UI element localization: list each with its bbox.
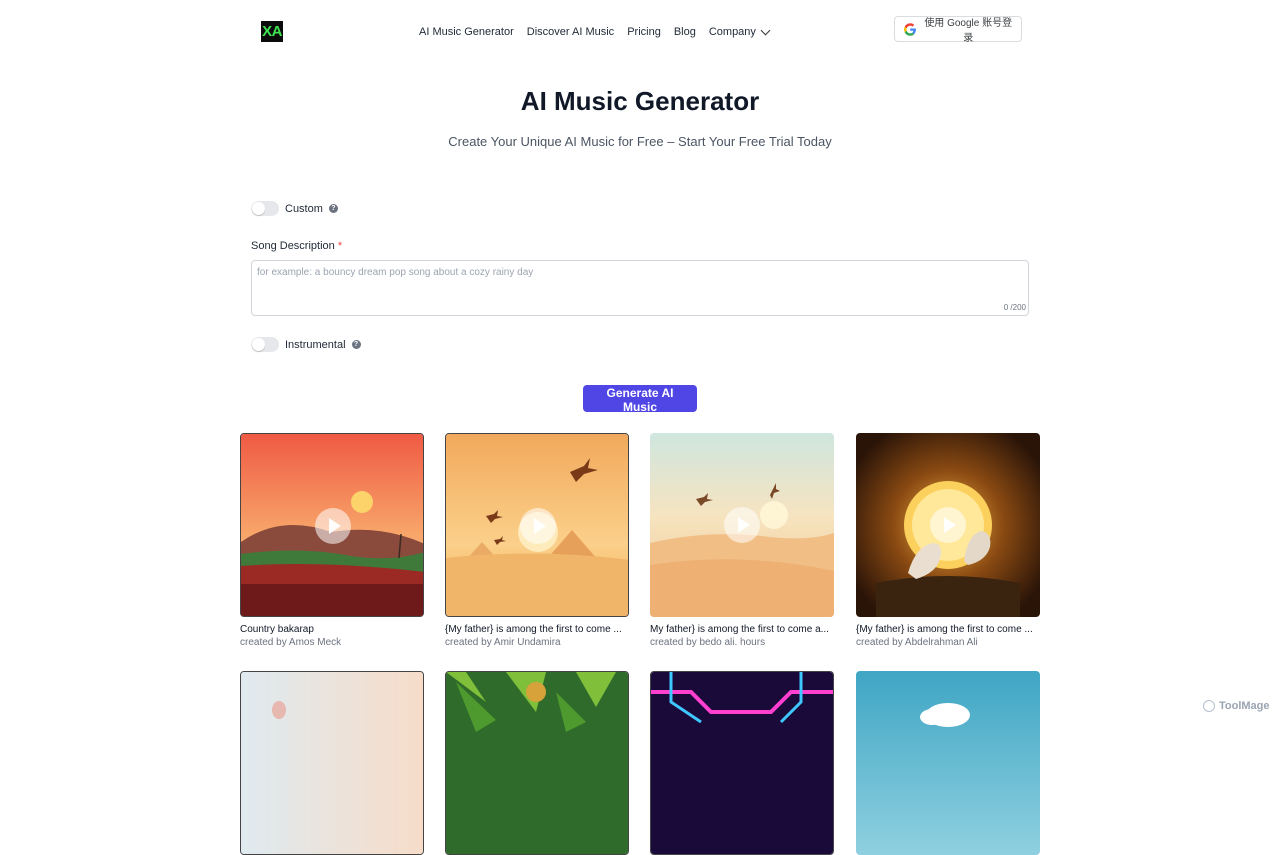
nav-label: Blog	[673, 26, 696, 38]
song-card[interactable]	[650, 671, 834, 855]
song-author: created by Amir Undamira	[445, 637, 561, 648]
song-cover[interactable]	[650, 433, 834, 617]
page-title: AI Music Generator	[520, 86, 760, 116]
nav-company-dropdown[interactable]: Company	[708, 24, 771, 40]
song-card[interactable]: My father} is among the first to come a.…	[650, 433, 834, 649]
song-title[interactable]: {My father} is among the first to come .…	[445, 623, 629, 636]
song-author: created by Amos Meck	[240, 637, 342, 648]
custom-toggle[interactable]	[251, 201, 279, 216]
nav-label: Pricing	[627, 26, 661, 38]
song-description-label-text: Song Description	[251, 240, 335, 252]
google-login-label: 使用 Google 账号登录	[924, 18, 1013, 44]
nav-ai-music-generator[interactable]: AI Music Generator	[419, 24, 514, 40]
cover-art-image	[651, 672, 833, 854]
nav-label: Discover AI Music	[526, 26, 615, 38]
song-cover[interactable]	[445, 671, 629, 855]
toolmage-logo-icon	[1203, 700, 1215, 712]
song-card[interactable]: Country bakarap created by Amos Meck	[240, 433, 424, 649]
play-icon[interactable]	[930, 507, 966, 543]
instrumental-toggle[interactable]	[251, 337, 279, 352]
song-card[interactable]	[856, 671, 1040, 855]
song-author: created by Abdelrahman Ali	[856, 637, 978, 648]
custom-label: Custom	[285, 202, 323, 215]
song-cover[interactable]	[856, 671, 1040, 855]
google-icon	[904, 22, 916, 36]
song-description-label: Song Description *	[251, 240, 342, 252]
cover-art-image	[446, 672, 628, 854]
song-card[interactable]	[240, 671, 424, 855]
toolmage-watermark: ToolMage	[1203, 700, 1270, 712]
generate-ai-music-button[interactable]: Generate AI Music	[583, 385, 697, 414]
song-cover[interactable]	[445, 433, 629, 617]
song-title[interactable]: My father} is among the first to come a.…	[650, 623, 834, 636]
nav-pricing[interactable]: Pricing	[627, 24, 661, 40]
site-logo[interactable]: XA	[261, 21, 283, 42]
nav-label: Company	[708, 26, 756, 38]
song-card[interactable]: {My father} is among the first to come .…	[856, 433, 1040, 649]
song-cover[interactable]	[650, 671, 834, 855]
instrumental-label: Instrumental	[285, 338, 346, 351]
custom-row: Custom ?	[251, 201, 338, 216]
nav-discover-ai-music[interactable]: Discover AI Music	[527, 24, 614, 40]
song-title[interactable]: Country bakarap	[240, 623, 424, 636]
song-cover[interactable]	[240, 433, 424, 617]
song-card[interactable]	[445, 671, 629, 855]
char-counter: 0 /200	[1003, 303, 1026, 312]
help-icon[interactable]: ?	[351, 340, 361, 349]
play-icon[interactable]	[315, 508, 351, 544]
play-icon[interactable]	[520, 508, 556, 544]
main-nav: AI Music Generator Discover AI Music Pri…	[419, 24, 771, 40]
song-description-input[interactable]	[251, 260, 1029, 316]
help-icon[interactable]: ?	[328, 204, 338, 213]
song-title[interactable]: {My father} is among the first to come .…	[856, 623, 1040, 636]
song-card[interactable]: {My father} is among the first to come .…	[445, 433, 629, 649]
site-header: XA AI Music Generator Discover AI Music …	[0, 0, 1280, 64]
google-login-button[interactable]: 使用 Google 账号登录	[894, 16, 1022, 44]
required-mark: *	[337, 240, 343, 252]
cover-art-image	[241, 672, 423, 854]
nav-blog[interactable]: Blog	[674, 24, 696, 40]
song-author: created by bedo ali. hours	[650, 637, 766, 648]
song-cover[interactable]	[856, 433, 1040, 617]
watermark-text: ToolMage	[1219, 700, 1270, 712]
nav-label: AI Music Generator	[419, 26, 514, 38]
play-icon[interactable]	[724, 507, 760, 543]
instrumental-row: Instrumental ?	[251, 337, 361, 352]
chevron-down-icon	[760, 25, 771, 35]
song-cover[interactable]	[240, 671, 424, 855]
page-subtitle: Create Your Unique AI Music for Free – S…	[448, 134, 832, 149]
cover-art-image	[856, 671, 1040, 855]
